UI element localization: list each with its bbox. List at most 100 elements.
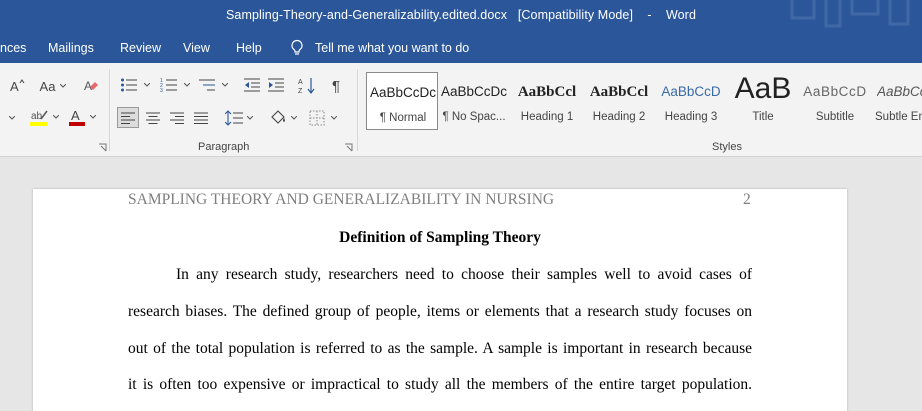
running-header[interactable]: SAMPLING THEORY AND GENERALIZABILITY IN … (128, 191, 554, 209)
paragraph-line[interactable]: In any research study, researchers need … (128, 266, 752, 284)
tell-me-search[interactable]: Tell me what you want to do (289, 39, 469, 56)
page-number[interactable]: 2 (743, 191, 751, 209)
style-no-spacing[interactable]: AaBbCcDc ¶ No Spac... (438, 72, 510, 130)
style-preview: AaBbCcl (589, 84, 649, 100)
document-canvas: SAMPLING THEORY AND GENERALIZABILITY IN … (0, 157, 922, 411)
paragraph-line[interactable]: it is often too expensive or impractical… (128, 376, 752, 394)
styles-gallery: AaBbCcDc ¶ Normal AaBbCcDc ¶ No Spac... … (366, 72, 922, 130)
title-bar: Sampling-Theory-and-Generalizability.edi… (0, 0, 922, 33)
style-preview: AaB (734, 72, 792, 105)
title-bar-decoration (790, 0, 910, 28)
paint-bucket-icon (271, 109, 285, 124)
multilevel-list-icon (199, 79, 215, 91)
style-heading-1[interactable]: AaBbCcl Heading 1 (511, 72, 583, 130)
style-normal[interactable]: AaBbCcDc ¶ Normal (366, 72, 438, 130)
styles-group-label: Styles (712, 141, 742, 153)
align-left-icon (121, 112, 135, 124)
bullets-button[interactable] (118, 75, 152, 95)
multilevel-list-button[interactable] (196, 75, 230, 95)
shading-button[interactable] (266, 107, 300, 128)
style-heading-2[interactable]: AaBbCcl Heading 2 (583, 72, 655, 130)
change-case-label: Aa (39, 78, 56, 94)
tab-help[interactable]: Help (236, 41, 262, 55)
document-page[interactable]: SAMPLING THEORY AND GENERALIZABILITY IN … (33, 189, 847, 411)
style-preview: AaBbCcD (661, 84, 721, 99)
style-preview: AaBbCcD (803, 84, 867, 99)
tab-view[interactable]: View (183, 41, 210, 55)
highlighter-icon: ab (30, 110, 48, 126)
paragraph-line[interactable]: out of the total population is referred … (128, 340, 752, 358)
style-heading-3[interactable]: AaBbCcD Heading 3 (655, 72, 727, 130)
style-name: Title (752, 111, 774, 123)
change-case-button[interactable]: Aa (38, 77, 68, 95)
increase-indent-button[interactable] (266, 75, 286, 95)
decrease-indent-button[interactable] (242, 75, 262, 95)
sort-button[interactable]: A Z (297, 75, 317, 95)
group-separator (109, 69, 110, 151)
borders-icon (309, 110, 325, 125)
svg-text:¶: ¶ (332, 78, 340, 93)
font-size-increase-icon: A (10, 79, 25, 94)
svg-text:ab: ab (31, 111, 43, 122)
svg-text:A: A (71, 108, 80, 123)
tab-review[interactable]: Review (120, 41, 161, 55)
style-name: Heading 2 (592, 111, 646, 123)
style-name: Subtle Em (875, 111, 922, 123)
style-name: Heading 3 (664, 111, 718, 123)
chevron-down-icon (144, 83, 150, 87)
line-spacing-icon (225, 109, 243, 126)
align-right-button[interactable] (167, 107, 187, 128)
justify-button[interactable] (191, 107, 211, 128)
style-preview: AaBbCcDc (369, 85, 437, 100)
show-formatting-button[interactable]: ¶ (328, 75, 348, 95)
eraser-icon: A (84, 79, 98, 93)
align-left-button[interactable] (117, 107, 139, 128)
style-preview: AaBbCc (877, 84, 922, 99)
font-color-button[interactable]: A (66, 107, 98, 127)
highlight-color-button[interactable]: ab (28, 107, 60, 127)
svg-text:Z: Z (298, 88, 303, 94)
ribbon-home: A Aa A ab A 1 2 3 A Z ¶ Paragraph AaBbCc… (0, 63, 922, 157)
style-subtle-emphasis[interactable]: AaBbCc Subtle Em (871, 72, 922, 130)
grow-font-button[interactable]: A (8, 77, 26, 95)
clear-formatting-button[interactable]: A (82, 77, 100, 95)
tell-me-label: Tell me what you want to do (315, 40, 470, 55)
tab-mailings[interactable]: Mailings (48, 41, 94, 55)
style-subtitle[interactable]: AaBbCcD Subtitle (799, 72, 871, 130)
style-name: ¶ No Spac... (442, 111, 506, 123)
svg-text:A: A (84, 79, 92, 93)
style-preview: AaBbCcl (517, 84, 577, 100)
chevron-down-icon (222, 83, 228, 87)
document-filename: Sampling-Theory-and-Generalizability.edi… (225, 8, 508, 22)
align-center-icon (146, 112, 160, 124)
tab-references[interactable]: nces (0, 41, 26, 55)
font-color-icon: A (69, 108, 85, 126)
group-separator (357, 69, 358, 151)
subscript-chevron[interactable] (6, 109, 18, 127)
chevron-down-icon (9, 116, 15, 120)
borders-button[interactable] (306, 107, 340, 128)
chevron-down-icon (53, 115, 59, 119)
svg-text:A: A (298, 79, 303, 86)
font-dialog-launcher-icon[interactable] (98, 143, 107, 152)
paragraph-group-label: Paragraph (198, 141, 250, 153)
sort-icon: A Z (298, 78, 315, 94)
decrease-indent-icon (244, 78, 260, 92)
style-title[interactable]: AaB Title (727, 72, 799, 130)
title-separator: - (647, 8, 652, 22)
section-heading[interactable]: Definition of Sampling Theory (33, 229, 847, 247)
lightbulb-icon (291, 39, 303, 55)
svg-text:A: A (10, 79, 19, 94)
chevron-down-icon (184, 83, 190, 87)
chevron-down-icon (331, 115, 337, 120)
compatibility-mode: [Compatibility Mode] (517, 8, 634, 22)
bullet-list-icon (121, 78, 137, 92)
chevron-down-icon (60, 84, 67, 88)
increase-indent-icon (268, 78, 284, 92)
line-spacing-button[interactable] (222, 107, 256, 128)
style-preview: AaBbCcDc (440, 84, 508, 99)
paragraph-line[interactable]: research biases. The defined group of pe… (128, 303, 752, 321)
numbering-button[interactable]: 1 2 3 (158, 75, 192, 95)
paragraph-dialog-launcher-icon[interactable] (344, 143, 353, 152)
center-button[interactable] (143, 107, 163, 128)
